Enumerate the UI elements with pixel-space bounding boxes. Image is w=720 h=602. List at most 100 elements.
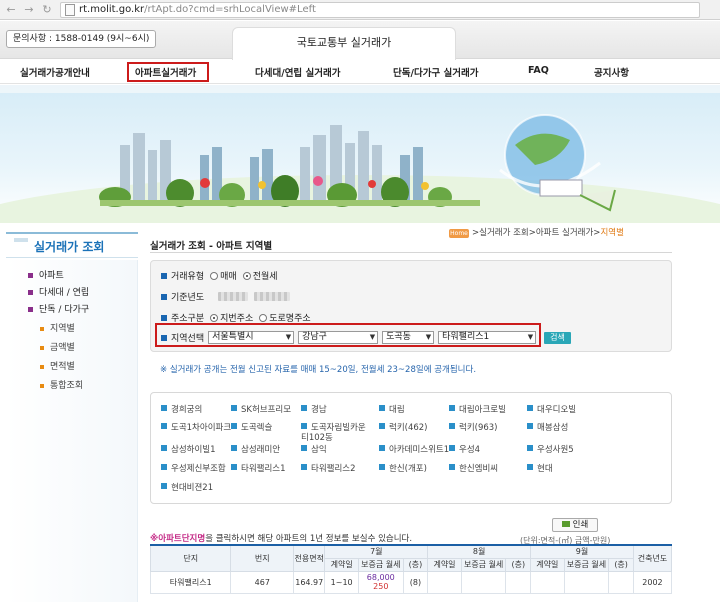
sidebar-item-label: 아파트 [39,271,64,281]
deposit-value: 68,000 [366,573,395,582]
bullet-icon [301,464,307,470]
apt-name: 현대 [537,464,553,474]
nav-item-detached[interactable]: 단독/다가구 실거래가 [393,65,478,79]
apt-link[interactable]: 한신(개포) [379,464,427,474]
sidebar-item-combined[interactable]: 통합조회 [40,378,83,391]
sidebar-item-by-price[interactable]: 금액별 [40,340,75,353]
radio-sale[interactable] [210,271,219,280]
apt-link[interactable]: 럭키(963) [449,423,498,433]
cell-complex[interactable]: 타워팰리스1 [149,570,232,594]
apt-link[interactable]: 우성사원5 [527,445,574,455]
bullet-icon [527,423,533,429]
apt-name: 대림아크로빌 [459,405,506,415]
apt-name: 우성4 [459,445,481,455]
apt-link[interactable]: 삼익 [301,445,327,455]
month-select-blurred[interactable] [254,292,291,301]
apt-link[interactable]: 대림아크로빌 [449,405,506,415]
bullet-icon [301,423,307,429]
sub-floor: (층) [608,557,634,572]
label-marker-icon [161,314,167,321]
nav-item-guide[interactable]: 실거래가공개안내 [20,65,90,79]
bullet-icon [449,405,455,411]
radio-rent[interactable] [242,271,251,280]
apt-link[interactable]: 도곡1차아이파크 [161,423,231,433]
apt-name: 아카데미스위트1 [389,445,450,455]
search-button[interactable]: 검색 [544,331,571,344]
browser-chrome: ← → ↻ rt.molit.go.kr/rtApt.do?cmd=srhLoc… [0,0,720,20]
apt-link[interactable]: 대림 [379,405,405,415]
apt-link[interactable]: 현대비젼21 [161,483,213,493]
print-label: 인쇄 [572,520,589,530]
sidebar-item-by-region[interactable]: 지역별 [40,321,75,334]
cell-build-year: 2002 [632,570,673,594]
apt-link[interactable]: 한신엠비씨 [449,464,498,474]
sidebar-item-apartment[interactable]: 아파트 [28,268,64,281]
apt-name: 럭키(462) [389,423,428,433]
sidebar-item-detached[interactable]: 단독 / 다가구 [28,302,89,315]
apt-link[interactable]: 럭키(462) [379,423,428,433]
print-button[interactable]: 인쇄 [552,518,598,532]
year-label: 기준년도 [171,293,205,303]
apartment-list: 경희궁의 SK허브프리모 경남 대림 대림아크로빌 대우디오빌 도곡1차아이파크… [150,392,672,504]
apt-link[interactable]: 삼성래미안 [231,445,280,455]
deal-type-row: 거래유형 매매 전월세 [161,269,278,282]
bullet-icon [28,273,33,278]
apt-link[interactable]: 삼성하이빌1 [161,445,216,455]
apt-name: 럭키(963) [459,423,498,433]
cell-lot: 467 [230,570,295,594]
sidebar-title-box: 실거래가 조회 [6,232,138,258]
sidebar-item-label: 통합조회 [50,381,84,391]
sub-bullet-icon [40,345,44,350]
year-select-blurred[interactable] [218,292,249,301]
bullet-icon [379,445,385,451]
bullet-icon [301,405,307,411]
nav-item-faq[interactable]: FAQ [528,65,549,76]
radio-road-address[interactable] [259,313,268,322]
forward-icon[interactable]: → [22,3,36,17]
bullet-icon [161,405,167,411]
apt-name: 삼익 [311,445,327,455]
sidebar-item-label: 지역별 [50,324,75,334]
cell-m9-deposit [563,570,610,594]
apt-link[interactable]: 아카데미스위트1 [379,445,449,455]
address-bar[interactable]: rt.molit.go.kr/rtApt.do?cmd=srhLocalView… [60,1,700,18]
cell-area: 164.97 [293,570,326,594]
reload-icon[interactable]: ↻ [40,3,54,17]
apt-link[interactable]: 대우디오빌 [527,405,576,415]
apt-link[interactable]: 경남 [301,405,327,415]
sidebar-item-by-area[interactable]: 면적별 [40,359,75,372]
apt-name: 한신엠비씨 [459,464,499,474]
apt-link[interactable]: 현대 [527,464,553,474]
cell-m7-day: 1~10 [324,570,359,594]
bullet-icon [28,307,33,312]
site-title[interactable]: 국토교통부 실거래가 [232,27,456,60]
printer-icon [561,521,570,527]
home-icon[interactable]: Home [449,229,469,238]
nav-highlight-box [127,62,209,82]
bullet-icon [161,423,167,429]
nav-item-notice[interactable]: 공지사항 [594,65,629,79]
apt-link[interactable]: 우성제신부조합 [161,464,226,474]
back-icon[interactable]: ← [4,3,18,17]
apt-name: 현대비젼21 [171,483,214,493]
apt-link[interactable]: 타워팰리스2 [301,464,356,474]
apt-link[interactable]: SK허브프리모 [231,405,291,415]
nav-item-multiplex[interactable]: 다세대/연립 실거래가 [255,65,340,79]
apt-link[interactable]: 도곡렉슬 [231,423,272,433]
apt-link[interactable]: 매봉삼성 [527,423,568,433]
sub-contract-day: 계약일 [427,557,462,572]
apt-link[interactable]: 우성4 [449,445,480,455]
bullet-icon [379,423,385,429]
sidebar-item-multiplex[interactable]: 다세대 / 연립 [28,285,89,298]
apt-name: 대림 [389,405,405,415]
apt-name: 경남 [311,405,327,415]
breadcrumb-path: >실거래가 조회>아파트 실거래가> [472,228,601,238]
apt-link[interactable]: 도곡자림빌카운티102동 [301,423,373,443]
apt-link[interactable]: 경희궁의 [161,405,202,415]
apt-name: 삼성하이빌1 [171,445,216,455]
sub-bullet-icon [40,383,44,388]
apt-link[interactable]: 타워팰리스1 [231,464,286,474]
deal-type-label: 거래유형 [171,272,205,282]
site-header: 문의사항 : 1588-0149 (9시~6시) 국토교통부 실거래가 [0,21,720,60]
radio-lot-address[interactable] [210,313,219,322]
